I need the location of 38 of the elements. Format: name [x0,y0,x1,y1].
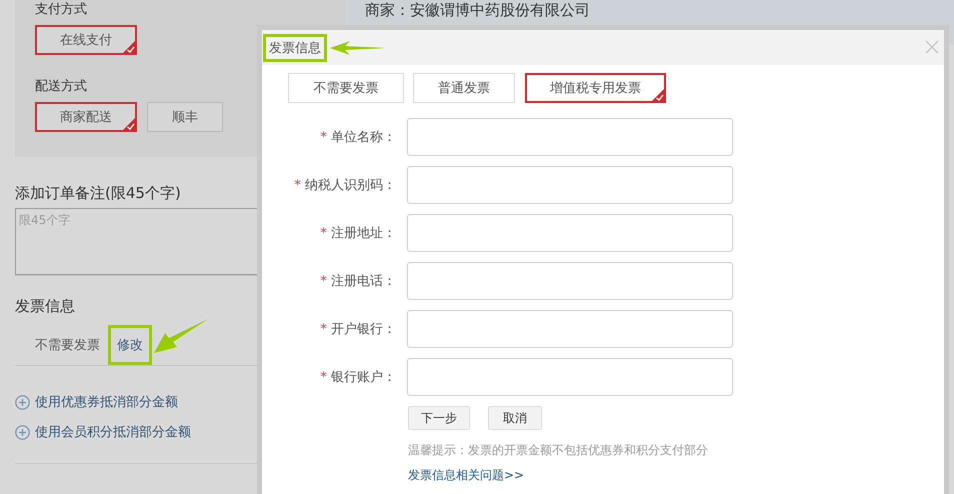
field-label: * 开户银行： [319,321,396,338]
invoice-value: 不需要发票 [35,337,100,354]
input-field[interactable] [407,166,733,204]
option-button[interactable]: 普通发票 [413,73,515,103]
input-field[interactable] [407,214,733,252]
help-link[interactable]: 发票信息相关问题>> [408,467,524,484]
input-field[interactable] [407,118,733,156]
section-label: 支付方式 [35,1,87,18]
field-label: * 银行账户： [319,369,396,386]
option-button[interactable]: 不需要发票 [288,73,404,103]
field-label: * 纳税人识别码： [293,177,396,194]
action-button[interactable]: 取消 [488,406,542,430]
option-button[interactable]: 增值税专用发票 [525,73,666,103]
option-button[interactable]: 顺丰 [147,102,223,132]
option-button[interactable]: 商家配送 [35,102,137,132]
edit-link[interactable]: 修改 [108,325,152,365]
input-field[interactable] [407,310,733,348]
section-title: 发票信息 [15,296,75,316]
check-corner-icon [651,88,665,102]
field-label: * 注册电话： [319,273,396,290]
hint-text: 温馨提示：发票的开票金额不包括优惠券和积分支付部分 [408,442,709,459]
plus-icon [15,424,30,440]
merchant-name: 商家：安徽谓博中药股份有限公司 [365,1,590,19]
option-button[interactable]: 在线支付 [35,25,137,55]
check-corner-icon [122,40,136,54]
discount-link[interactable]: 使用优惠券抵消部分金额 [35,393,178,411]
plus-icon [15,394,30,410]
input-field[interactable] [407,358,733,396]
check-corner-icon [122,117,136,131]
dialog-title: 发票信息 [263,34,327,62]
discount-link[interactable]: 使用会员积分抵消部分金额 [35,423,191,441]
section-title: 添加订单备注(限45个字) [15,183,181,203]
action-button[interactable]: 下一步 [408,406,470,430]
close-button[interactable] [925,40,939,54]
close-icon [925,40,939,54]
section-label: 配送方式 [35,78,87,95]
input-field[interactable] [407,262,733,300]
field-label: * 单位名称： [319,129,396,146]
